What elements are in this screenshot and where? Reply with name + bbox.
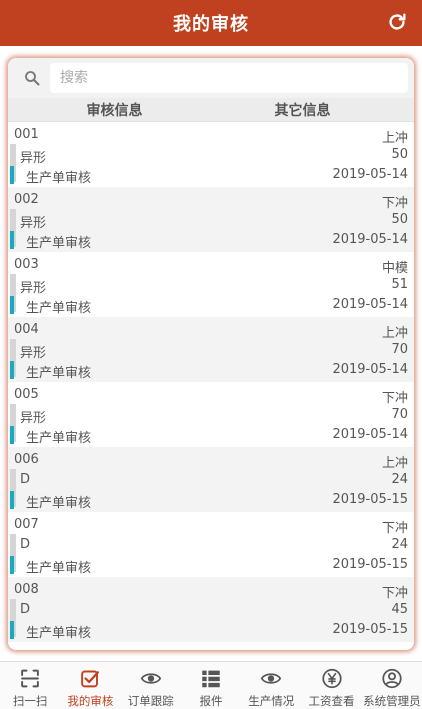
row-date: 2019-05-14: [332, 232, 408, 247]
row-audit-type: 生产单审核: [26, 561, 92, 576]
row-audit-type: 生产单审核: [26, 626, 92, 641]
row-id: 008: [14, 582, 39, 597]
row-id: 002: [14, 192, 39, 207]
tab-my-audit[interactable]: 我的审核: [60, 662, 120, 709]
list-item[interactable]: 006 D 生产单审核 上冲 24 2019-05-15: [8, 447, 414, 512]
column-audit-info: 审核信息: [86, 102, 143, 119]
list-icon: [202, 670, 220, 688]
row-accent-bar: [10, 426, 14, 444]
search-bar: [8, 58, 414, 98]
list-item[interactable]: 005 异形 生产单审核 下冲 70 2019-05-14: [8, 382, 414, 447]
row-accent-bar: [10, 361, 14, 379]
row-type: D: [20, 537, 31, 552]
row-accent-bar: [10, 296, 14, 314]
row-audit-type: 生产单审核: [26, 496, 92, 511]
row-id: 006: [14, 452, 39, 467]
tab-label: 扫一扫: [12, 694, 48, 708]
tab-salary[interactable]: 工资查看: [301, 662, 361, 709]
row-accent-bar: [10, 556, 14, 574]
tab-label: 我的审核: [67, 694, 114, 708]
row-type: 异形: [20, 151, 47, 166]
row-date: 2019-05-14: [332, 362, 408, 377]
row-audit-type: 生产单审核: [26, 301, 92, 316]
tab-order-tracking[interactable]: 订单跟踪: [121, 662, 181, 709]
list-item[interactable]: 008 D 生产单审核 下冲 45 2019-05-15: [8, 577, 414, 642]
row-id: 004: [14, 322, 39, 337]
row-audit-type: 生产单审核: [26, 171, 92, 186]
row-date: 2019-05-14: [332, 427, 408, 442]
check-square-icon: [81, 670, 100, 688]
scan-icon: [21, 669, 39, 688]
row-process: 下冲: [381, 391, 408, 406]
column-other-info: 其它信息: [274, 102, 331, 119]
audit-list[interactable]: 001 异形 生产单审核 上冲 50 2019-05-14 002 异形 生产单…: [8, 122, 414, 650]
app-header: 我的审核: [0, 0, 422, 46]
list-item[interactable]: 004 异形 生产单审核 上冲 70 2019-05-14: [8, 317, 414, 382]
row-quantity: 51: [391, 277, 408, 292]
row-process: 上冲: [381, 326, 408, 341]
row-id: 007: [14, 517, 39, 532]
row-id: 005: [14, 387, 39, 402]
page-title: 我的审核: [173, 14, 249, 35]
search-icon: [14, 63, 50, 93]
tab-report[interactable]: 报件: [181, 662, 241, 709]
row-accent-bar: [10, 166, 14, 184]
row-quantity: 24: [391, 537, 408, 552]
yen-icon: [321, 668, 342, 689]
row-id: 001: [14, 127, 39, 142]
eye-icon: [140, 673, 161, 684]
row-date: 2019-05-14: [332, 297, 408, 312]
row-process: 中模: [381, 261, 408, 276]
tab-label: 订单跟踪: [127, 694, 174, 708]
row-audit-type: 生产单审核: [26, 366, 92, 381]
tab-label: 生产情况: [248, 694, 295, 708]
list-item[interactable]: 001 异形 生产单审核 上冲 50 2019-05-14: [8, 122, 414, 187]
row-process: 下冲: [381, 586, 408, 601]
row-date: 2019-05-15: [332, 492, 408, 507]
audit-card: 审核信息 其它信息 001 异形 生产单审核 上冲 50 2019-05-14 …: [8, 58, 414, 650]
row-accent-bar: [10, 491, 14, 509]
tab-production-status[interactable]: 生产情况: [241, 662, 301, 709]
row-type: D: [20, 472, 31, 487]
row-quantity: 24: [391, 472, 408, 487]
row-quantity: 50: [391, 147, 408, 162]
row-type: 异形: [20, 216, 47, 231]
row-quantity: 70: [391, 342, 408, 357]
row-accent-bar: [10, 231, 14, 249]
row-process: 下冲: [381, 521, 408, 536]
row-audit-type: 生产单审核: [26, 236, 92, 251]
row-date: 2019-05-15: [332, 622, 408, 637]
tab-label: 系统管理员: [363, 694, 421, 708]
row-process: 下冲: [381, 196, 408, 211]
bottom-tab-bar: 扫一扫 我的审核 订单跟踪 报件 生产情况 工资查看 系统管理员: [0, 661, 422, 709]
row-type: 异形: [20, 281, 47, 296]
row-quantity: 50: [391, 212, 408, 227]
row-audit-type: 生产单审核: [26, 431, 92, 446]
tab-scan[interactable]: 扫一扫: [0, 662, 60, 709]
row-date: 2019-05-14: [332, 167, 408, 182]
row-process: 上冲: [381, 456, 408, 471]
row-quantity: 45: [391, 602, 408, 617]
row-type: 异形: [20, 346, 47, 361]
tab-label: 工资查看: [308, 694, 355, 708]
search-input[interactable]: [50, 63, 408, 93]
row-id: 003: [14, 257, 39, 272]
row-type: 异形: [20, 411, 47, 426]
tab-system-admin[interactable]: 系统管理员: [362, 662, 422, 709]
row-quantity: 70: [391, 407, 408, 422]
tab-label: 报件: [199, 694, 223, 708]
list-item[interactable]: 003 异形 生产单审核 中模 51 2019-05-14: [8, 252, 414, 317]
row-accent-bar: [10, 621, 14, 639]
list-item[interactable]: 002 异形 生产单审核 下冲 50 2019-05-14: [8, 187, 414, 252]
list-item[interactable]: 007 D 生产单审核 下冲 24 2019-05-15: [8, 512, 414, 577]
user-circle-icon: [382, 668, 402, 689]
refresh-icon[interactable]: [386, 11, 408, 33]
column-header: 审核信息 其它信息: [8, 98, 414, 122]
row-type: D: [20, 602, 31, 617]
eye-icon: [261, 673, 282, 684]
row-date: 2019-05-15: [332, 557, 408, 572]
row-process: 上冲: [381, 131, 408, 146]
